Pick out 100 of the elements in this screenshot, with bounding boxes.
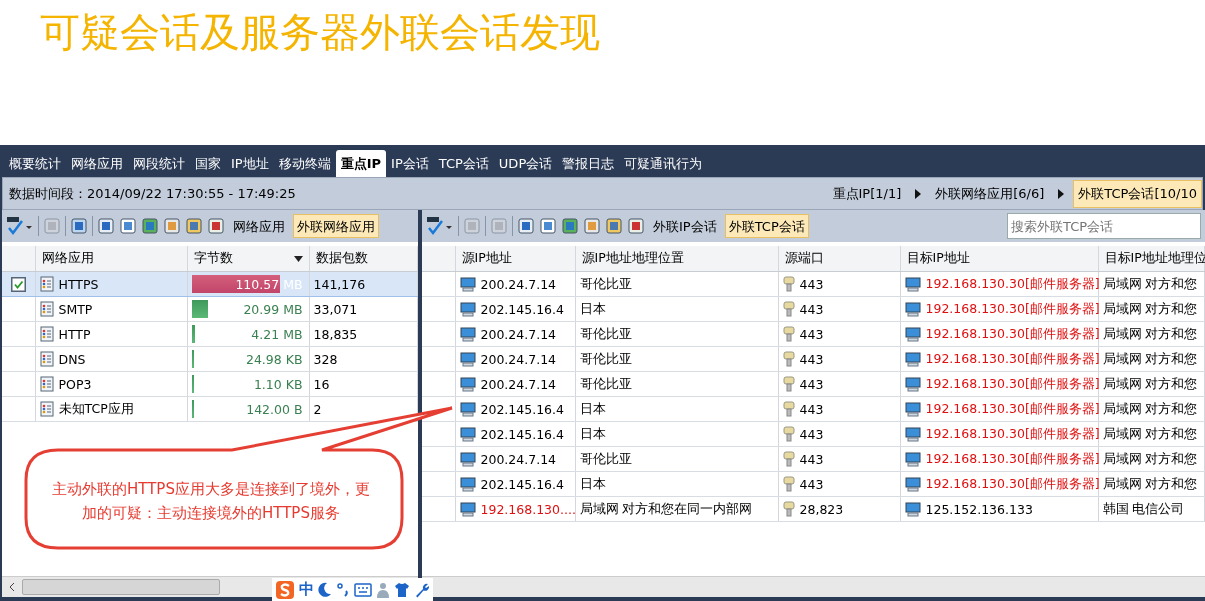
shirt-icon[interactable] bbox=[394, 581, 410, 598]
keyboard-icon[interactable] bbox=[354, 582, 372, 597]
plug-icon bbox=[782, 401, 795, 417]
table-cell: 443 bbox=[799, 276, 824, 292]
table-cell: 200.24.7.14 bbox=[480, 351, 557, 367]
column-header[interactable]: 字节数 bbox=[187, 246, 309, 272]
table-cell: 443 bbox=[799, 376, 824, 392]
table-cell: HTTPS bbox=[58, 276, 99, 292]
toolbar-button[interactable]: 外联TCP会话 bbox=[724, 214, 809, 238]
breadcrumb-item[interactable]: 外联TCP会话[10/10 bbox=[1073, 179, 1202, 208]
toolbar-button[interactable]: 外联网络应用 bbox=[293, 214, 379, 238]
tab[interactable]: TCP会话 bbox=[433, 150, 494, 177]
top-filter-icon[interactable] bbox=[6, 216, 34, 236]
table-cell: 200.24.7.14 bbox=[480, 326, 557, 342]
search-field[interactable]: 搜索外联TCP会话 bbox=[1007, 213, 1201, 239]
tab[interactable]: 概要统计 bbox=[4, 150, 66, 177]
computer-icon bbox=[459, 501, 476, 517]
table-cell: 443 bbox=[799, 301, 824, 317]
table-cell: 日本 bbox=[575, 471, 778, 497]
column-header[interactable]: 源IP地址地理位置 bbox=[575, 246, 778, 272]
table-cell: 192.168.130.30[邮件服务器] bbox=[925, 400, 1100, 418]
table-cell: 192.168.130.30[邮件服务器] bbox=[925, 300, 1100, 318]
table-cell: 192.168.130.... bbox=[480, 501, 576, 517]
tab[interactable]: 国家 bbox=[190, 150, 226, 177]
table-cell: 16 bbox=[309, 371, 418, 397]
table-cell: DNS bbox=[58, 351, 86, 367]
computer-icon bbox=[904, 276, 921, 292]
arrow-icon bbox=[1057, 188, 1066, 199]
table-cell: 日本 bbox=[575, 421, 778, 447]
tab[interactable]: 可疑通讯行为 bbox=[619, 150, 708, 177]
table-cell: 局域网 对方和您 bbox=[1098, 396, 1205, 422]
table-cell: 443 bbox=[799, 426, 824, 442]
table-cell: POP3 bbox=[58, 376, 92, 392]
table-cell: 443 bbox=[799, 326, 824, 342]
table-cell: 192.168.130.30[邮件服务器] bbox=[925, 450, 1100, 468]
computer-icon bbox=[459, 326, 476, 342]
column-header[interactable]: 源端口 bbox=[778, 246, 900, 272]
table-cell: 443 bbox=[799, 451, 824, 467]
tab[interactable]: 网络应用 bbox=[66, 150, 128, 177]
moon-icon[interactable] bbox=[318, 581, 332, 598]
table-cell: 202.145.16.4 bbox=[480, 426, 564, 442]
computer-icon bbox=[904, 376, 921, 392]
tab[interactable]: 警报日志 bbox=[557, 150, 620, 177]
table-cell: 哥伦比亚 bbox=[575, 321, 778, 347]
table-cell: 192.168.130.30[邮件服务器] bbox=[925, 275, 1100, 293]
toolbar-button[interactable]: 网络应用 bbox=[229, 214, 289, 238]
table-cell: 局域网 对方和您 bbox=[1098, 421, 1205, 447]
wrench-icon[interactable] bbox=[414, 581, 430, 598]
computer-icon bbox=[904, 426, 921, 442]
table-cell: 443 bbox=[799, 351, 824, 367]
checkbox[interactable] bbox=[10, 276, 26, 292]
table-cell: 192.168.130.30[邮件服务器] bbox=[925, 425, 1100, 443]
list-icon bbox=[39, 401, 54, 417]
tab[interactable]: 重点IP bbox=[335, 150, 387, 177]
plug-icon bbox=[782, 476, 795, 492]
scroll-left-icon[interactable] bbox=[8, 582, 16, 592]
time-range: 数据时间段：2014/09/22 17:30:55 - 17:49:25 bbox=[8, 184, 296, 203]
scrollbar[interactable] bbox=[422, 576, 1205, 597]
table-cell: 33,071 bbox=[309, 296, 418, 322]
table-cell: 局域网 对方和您在同一内部网 bbox=[575, 496, 778, 522]
column-header[interactable]: 源IP地址 bbox=[455, 246, 575, 272]
computer-icon bbox=[459, 351, 476, 367]
table-cell: 125.152.136.133 bbox=[925, 501, 1033, 517]
plug-icon bbox=[782, 501, 795, 517]
toolbar-button[interactable]: 外联IP会话 bbox=[649, 214, 721, 238]
table-cell: 局域网 对方和您 bbox=[1098, 321, 1205, 347]
tab[interactable]: IP地址 bbox=[226, 150, 274, 177]
table-cell: 202.145.16.4 bbox=[480, 301, 564, 317]
tab[interactable]: 网段统计 bbox=[128, 150, 190, 177]
table-cell: 哥伦比亚 bbox=[575, 346, 778, 372]
computer-icon bbox=[904, 301, 921, 317]
top-filter-icon[interactable] bbox=[426, 216, 454, 236]
plug-icon bbox=[782, 451, 795, 467]
table-cell: 200.24.7.14 bbox=[480, 376, 557, 392]
list-icon bbox=[39, 351, 54, 367]
input-method-icon[interactable] bbox=[275, 579, 295, 600]
list-icon bbox=[39, 276, 54, 292]
tab[interactable]: IP会话 bbox=[386, 150, 434, 177]
person-icon[interactable] bbox=[376, 581, 390, 598]
column-header[interactable]: 目标IP地址 bbox=[900, 246, 1098, 272]
computer-icon bbox=[459, 426, 476, 442]
table-cell-text: 20.99 MB bbox=[243, 301, 304, 317]
table-cell: 443 bbox=[799, 476, 824, 492]
breadcrumb-item[interactable]: 外联网络应用[6/6] bbox=[930, 179, 1050, 208]
plug-icon bbox=[782, 276, 795, 292]
computer-icon bbox=[459, 376, 476, 392]
punctuation-icon[interactable] bbox=[336, 581, 350, 598]
tab[interactable]: 移动终端 bbox=[273, 150, 336, 177]
column-header[interactable]: 数据包数 bbox=[309, 246, 418, 272]
tab[interactable]: UDP会话 bbox=[493, 150, 558, 177]
language-indicator[interactable]: 中 bbox=[299, 580, 314, 599]
table-cell: 局域网 对方和您 bbox=[1098, 446, 1205, 472]
computer-icon bbox=[904, 501, 921, 517]
column-header[interactable]: 网络应用 bbox=[35, 246, 187, 272]
table-cell: 局域网 对方和您 bbox=[1098, 346, 1205, 372]
table-cell: 日本 bbox=[575, 296, 778, 322]
table-cell: 局域网 对方和您 bbox=[1098, 296, 1205, 322]
table-cell-text: 24.98 KB bbox=[245, 351, 304, 367]
computer-icon bbox=[904, 326, 921, 342]
breadcrumb-item[interactable]: 重点IP[1/1] bbox=[827, 179, 907, 208]
